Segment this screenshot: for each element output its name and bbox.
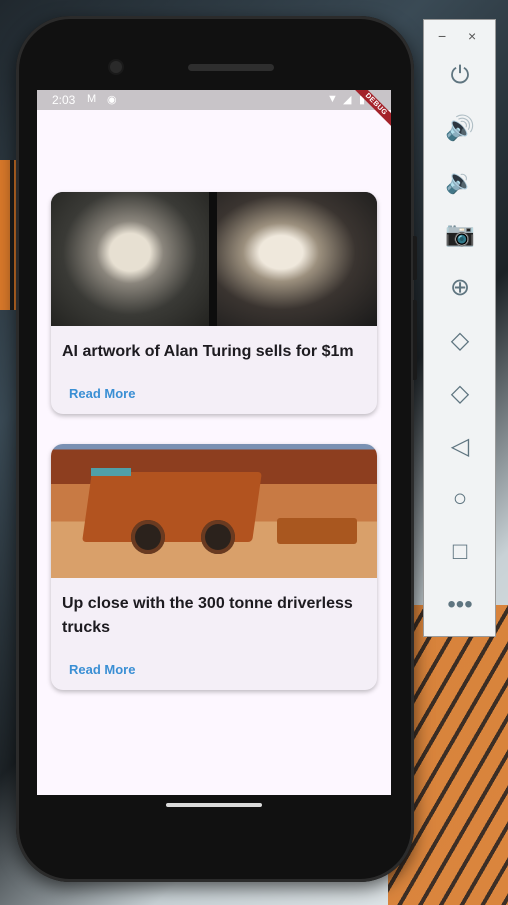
rotate-left-icon[interactable]: ◇	[444, 324, 476, 356]
home-indicator[interactable]	[166, 803, 262, 807]
truck-cab	[91, 468, 131, 476]
app-notification-icon: ◉	[107, 94, 117, 106]
read-more-button[interactable]: Read More	[69, 662, 135, 677]
truck-wheel	[201, 520, 235, 554]
overview-icon[interactable]: □	[444, 536, 476, 568]
close-button[interactable]: ×	[468, 28, 476, 44]
status-bar: 2:03 M ◉ ▼ ◢ ▮ DEBUG	[37, 90, 391, 133]
artwork-right-panel	[217, 192, 377, 326]
speaker	[188, 64, 274, 71]
article-image	[51, 444, 377, 578]
power-icon[interactable]: ⏻	[444, 60, 476, 92]
rotate-right-icon[interactable]: ◇	[444, 377, 476, 409]
back-icon[interactable]: ◁	[444, 430, 476, 462]
emulator-panel: − × ⏻ 🔊 🔉 📷 ⊕ ◇ ◇ ◁ ○ □ •••	[423, 19, 496, 637]
gmail-icon: M	[87, 93, 97, 105]
volume-up-icon[interactable]: 🔊	[444, 112, 476, 144]
zoom-icon[interactable]: ⊕	[444, 271, 476, 303]
signal-icon: ◢	[343, 94, 352, 106]
app-screen: 2:03 M ◉ ▼ ◢ ▮ DEBUG AI artwork of Alan …	[37, 90, 391, 795]
volume-down-icon[interactable]: 🔉	[444, 165, 476, 197]
debug-banner: DEBUG	[348, 90, 391, 133]
status-time: 2:03	[52, 93, 76, 107]
article-card[interactable]: Up close with the 300 tonne driverless t…	[51, 444, 377, 690]
front-camera	[110, 61, 122, 73]
minimize-button[interactable]: −	[438, 28, 446, 44]
article-title: AI artwork of Alan Turing sells for $1m	[62, 343, 354, 360]
home-icon[interactable]: ○	[444, 483, 476, 515]
article-card[interactable]: AI artwork of Alan Turing sells for $1m …	[51, 192, 377, 414]
volume-side-button[interactable]	[413, 300, 417, 380]
article-title: Up close with the 300 tonne driverless t…	[62, 595, 353, 636]
truck-body	[82, 472, 262, 542]
wifi-icon: ▼	[327, 93, 338, 105]
truck-small	[277, 518, 357, 544]
more-icon[interactable]: •••	[444, 589, 476, 621]
artwork-divider	[209, 192, 217, 326]
truck-wheel	[131, 520, 165, 554]
camera-icon[interactable]: 📷	[444, 218, 476, 250]
power-side-button[interactable]	[413, 236, 417, 280]
read-more-button[interactable]: Read More	[69, 386, 135, 401]
article-image	[51, 192, 377, 326]
artwork-left-panel	[51, 192, 209, 326]
